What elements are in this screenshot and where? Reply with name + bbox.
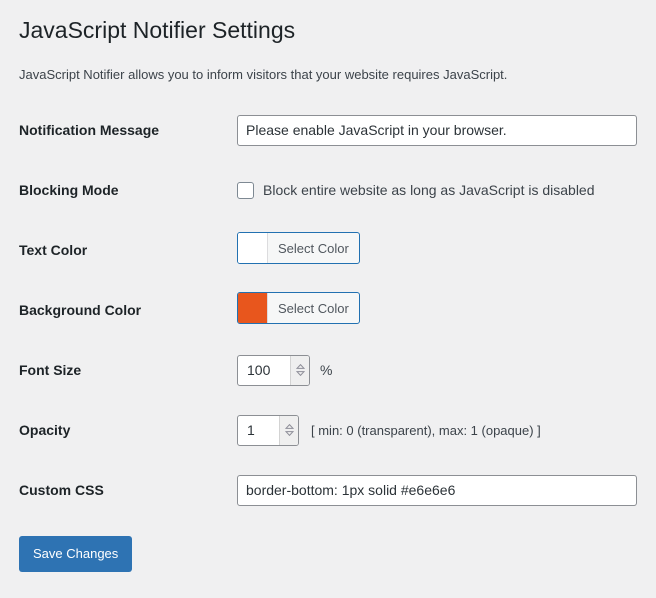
chevron-down-icon[interactable] <box>296 371 305 376</box>
page-description: JavaScript Notifier allows you to inform… <box>19 46 637 85</box>
form-row-text-color: Text Color Select Color <box>19 220 637 280</box>
font-size-stepper[interactable] <box>290 356 309 385</box>
opacity-value[interactable]: 1 <box>238 416 279 445</box>
field-text-color: Select Color <box>237 220 637 280</box>
background-color-button-label[interactable]: Select Color <box>268 293 359 323</box>
form-row-background-color: Background Color Select Color <box>19 280 637 340</box>
text-color-picker-button[interactable]: Select Color <box>237 232 360 264</box>
font-size-input[interactable]: 100 <box>237 355 310 386</box>
submit-area: Save Changes <box>19 520 637 572</box>
label-blocking-mode: Blocking Mode <box>19 160 237 220</box>
form-row-blocking-mode: Blocking Mode Block entire website as lo… <box>19 160 637 220</box>
background-color-picker-button[interactable]: Select Color <box>237 292 360 324</box>
field-font-size: 100 % <box>237 340 637 400</box>
chevron-down-icon[interactable] <box>285 431 294 436</box>
field-blocking-mode: Block entire website as long as JavaScri… <box>237 160 637 220</box>
label-notification-message: Notification Message <box>19 100 237 160</box>
font-size-value[interactable]: 100 <box>238 356 290 385</box>
font-size-control: 100 % <box>237 355 332 386</box>
background-color-swatch <box>238 293 268 323</box>
opacity-control: 1 [ min: 0 (transparent), max: 1 (opaque… <box>237 415 541 446</box>
blocking-mode-checkbox-row[interactable]: Block entire website as long as JavaScri… <box>237 182 637 199</box>
opacity-hint: [ min: 0 (transparent), max: 1 (opaque) … <box>311 423 541 438</box>
font-size-unit: % <box>320 362 332 378</box>
field-notification-message <box>237 100 637 160</box>
chevron-up-icon[interactable] <box>296 364 305 369</box>
label-custom-css: Custom CSS <box>19 460 237 520</box>
chevron-up-icon[interactable] <box>285 424 294 429</box>
form-row-opacity: Opacity 1 [ min: 0 (transparent), max: 1… <box>19 400 637 460</box>
form-row-custom-css: Custom CSS <box>19 460 637 520</box>
settings-page: JavaScript Notifier Settings JavaScript … <box>0 0 656 572</box>
form-row-notification-message: Notification Message <box>19 100 637 160</box>
notification-message-input[interactable] <box>237 115 637 146</box>
opacity-input[interactable]: 1 <box>237 415 299 446</box>
field-background-color: Select Color <box>237 280 637 340</box>
field-custom-css <box>237 460 637 520</box>
page-title: JavaScript Notifier Settings <box>19 0 637 46</box>
text-color-swatch <box>238 233 268 263</box>
form-row-font-size: Font Size 100 % <box>19 340 637 400</box>
save-changes-button[interactable]: Save Changes <box>19 536 132 572</box>
field-opacity: 1 [ min: 0 (transparent), max: 1 (opaque… <box>237 400 637 460</box>
label-background-color: Background Color <box>19 280 237 340</box>
settings-form-table: Notification Message Blocking Mode Block… <box>19 100 637 520</box>
label-font-size: Font Size <box>19 340 237 400</box>
blocking-mode-checkbox[interactable] <box>237 182 254 199</box>
label-opacity: Opacity <box>19 400 237 460</box>
opacity-stepper[interactable] <box>279 416 298 445</box>
text-color-button-label[interactable]: Select Color <box>268 233 359 263</box>
label-text-color: Text Color <box>19 220 237 280</box>
blocking-mode-checkbox-label[interactable]: Block entire website as long as JavaScri… <box>263 183 595 197</box>
custom-css-input[interactable] <box>237 475 637 506</box>
